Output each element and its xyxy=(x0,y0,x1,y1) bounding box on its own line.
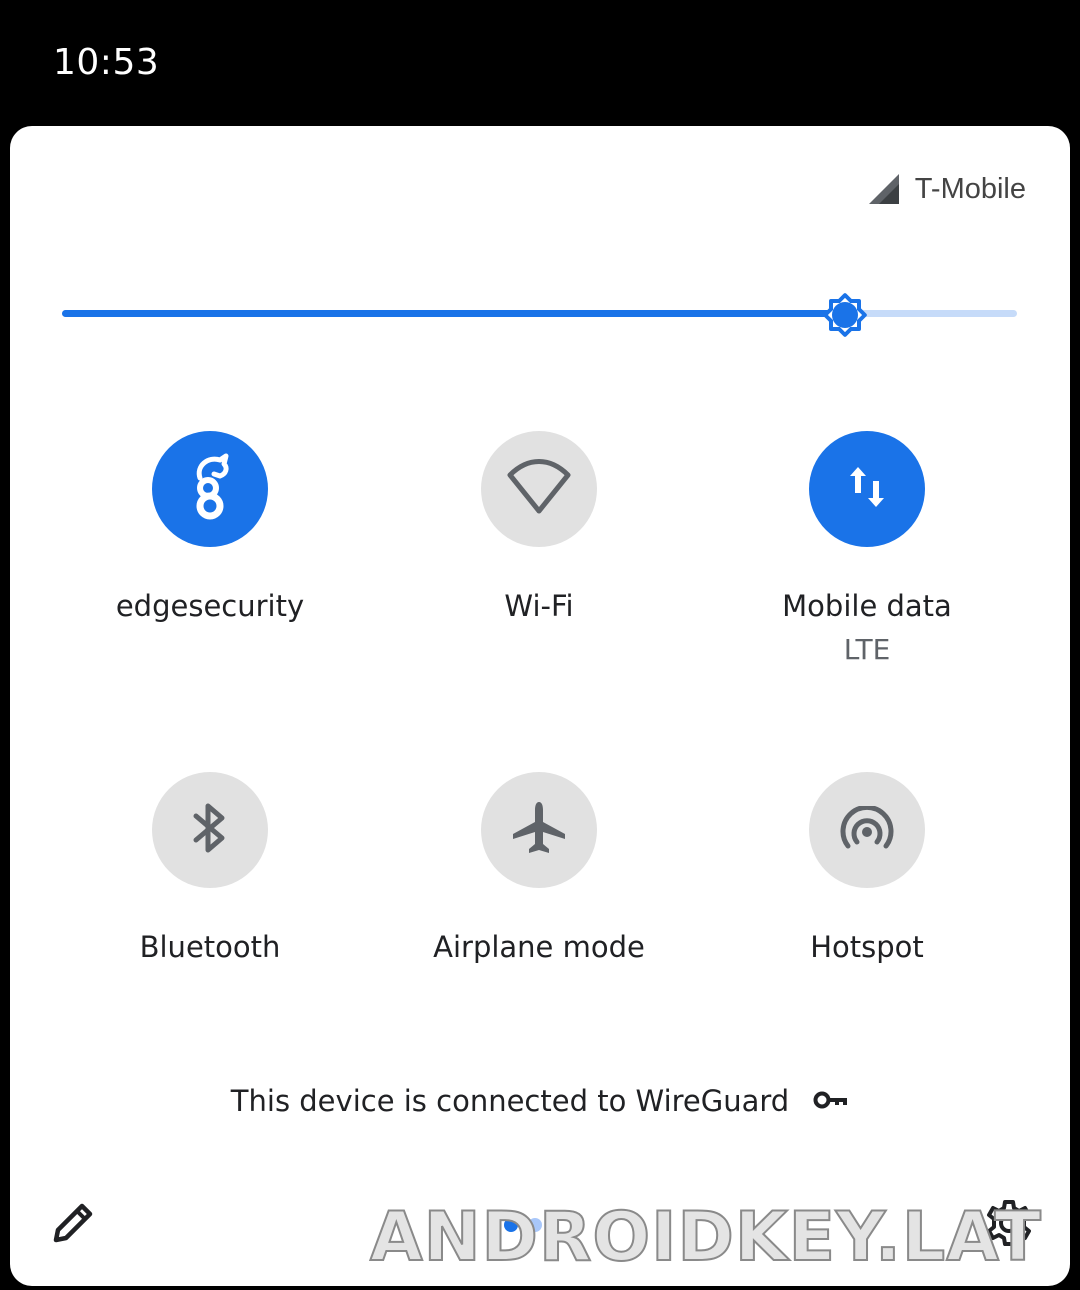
tile-hotspot[interactable]: Hotspot xyxy=(717,772,1017,964)
tile-hotspot-button[interactable] xyxy=(809,772,925,888)
key-icon xyxy=(813,1084,849,1118)
airplane-icon xyxy=(511,800,567,861)
tile-label: Bluetooth xyxy=(139,930,281,964)
status-bar: 10:53 xyxy=(0,0,1080,126)
clock: 10:53 xyxy=(53,42,160,83)
tile-edgesecurity[interactable]: edgesecurity xyxy=(60,431,360,623)
tile-label: Hotspot xyxy=(810,930,924,964)
tile-sublabel: LTE xyxy=(843,633,891,666)
tile-mobile-data[interactable]: Mobile data LTE xyxy=(717,431,1017,666)
tile-wifi[interactable]: Wi-Fi xyxy=(389,431,689,623)
tile-airplane-mode-button[interactable] xyxy=(481,772,597,888)
tile-label: edgesecurity xyxy=(115,589,305,623)
vpn-status[interactable]: This device is connected to WireGuard xyxy=(10,1084,1070,1118)
tile-bluetooth[interactable]: Bluetooth xyxy=(60,772,360,964)
tile-wifi-button[interactable] xyxy=(481,431,597,547)
carrier-info: T-Mobile xyxy=(867,172,1026,206)
edit-button[interactable] xyxy=(50,1200,96,1246)
tile-bluetooth-button[interactable] xyxy=(152,772,268,888)
tile-mobile-data-button[interactable] xyxy=(809,431,925,547)
signal-icon xyxy=(867,172,901,206)
wireguard-icon xyxy=(186,452,234,527)
tile-label: Wi-Fi xyxy=(504,589,574,623)
hotspot-icon xyxy=(839,804,895,855)
tile-label: Airplane mode xyxy=(433,930,645,964)
brightness-track-fill xyxy=(62,310,845,317)
tile-label: Mobile data xyxy=(782,589,952,623)
bluetooth-icon xyxy=(190,800,230,861)
vpn-message: This device is connected to WireGuard xyxy=(230,1084,790,1118)
quick-settings-panel: T-Mobile edgesecurity Wi-Fi Mobile data … xyxy=(10,126,1070,1286)
brightness-thumb[interactable] xyxy=(817,287,873,343)
wifi-icon xyxy=(506,458,572,520)
carrier-name: T-Mobile xyxy=(914,172,1026,205)
tile-edgesecurity-button[interactable] xyxy=(152,431,268,547)
pencil-icon xyxy=(50,1203,96,1250)
tile-airplane-mode[interactable]: Airplane mode xyxy=(389,772,689,964)
mobile-data-icon xyxy=(847,463,887,516)
brightness-slider[interactable] xyxy=(62,290,1017,340)
brightness-icon xyxy=(823,293,867,337)
watermark: ANDROIDKEY.LAT xyxy=(369,1197,1042,1278)
